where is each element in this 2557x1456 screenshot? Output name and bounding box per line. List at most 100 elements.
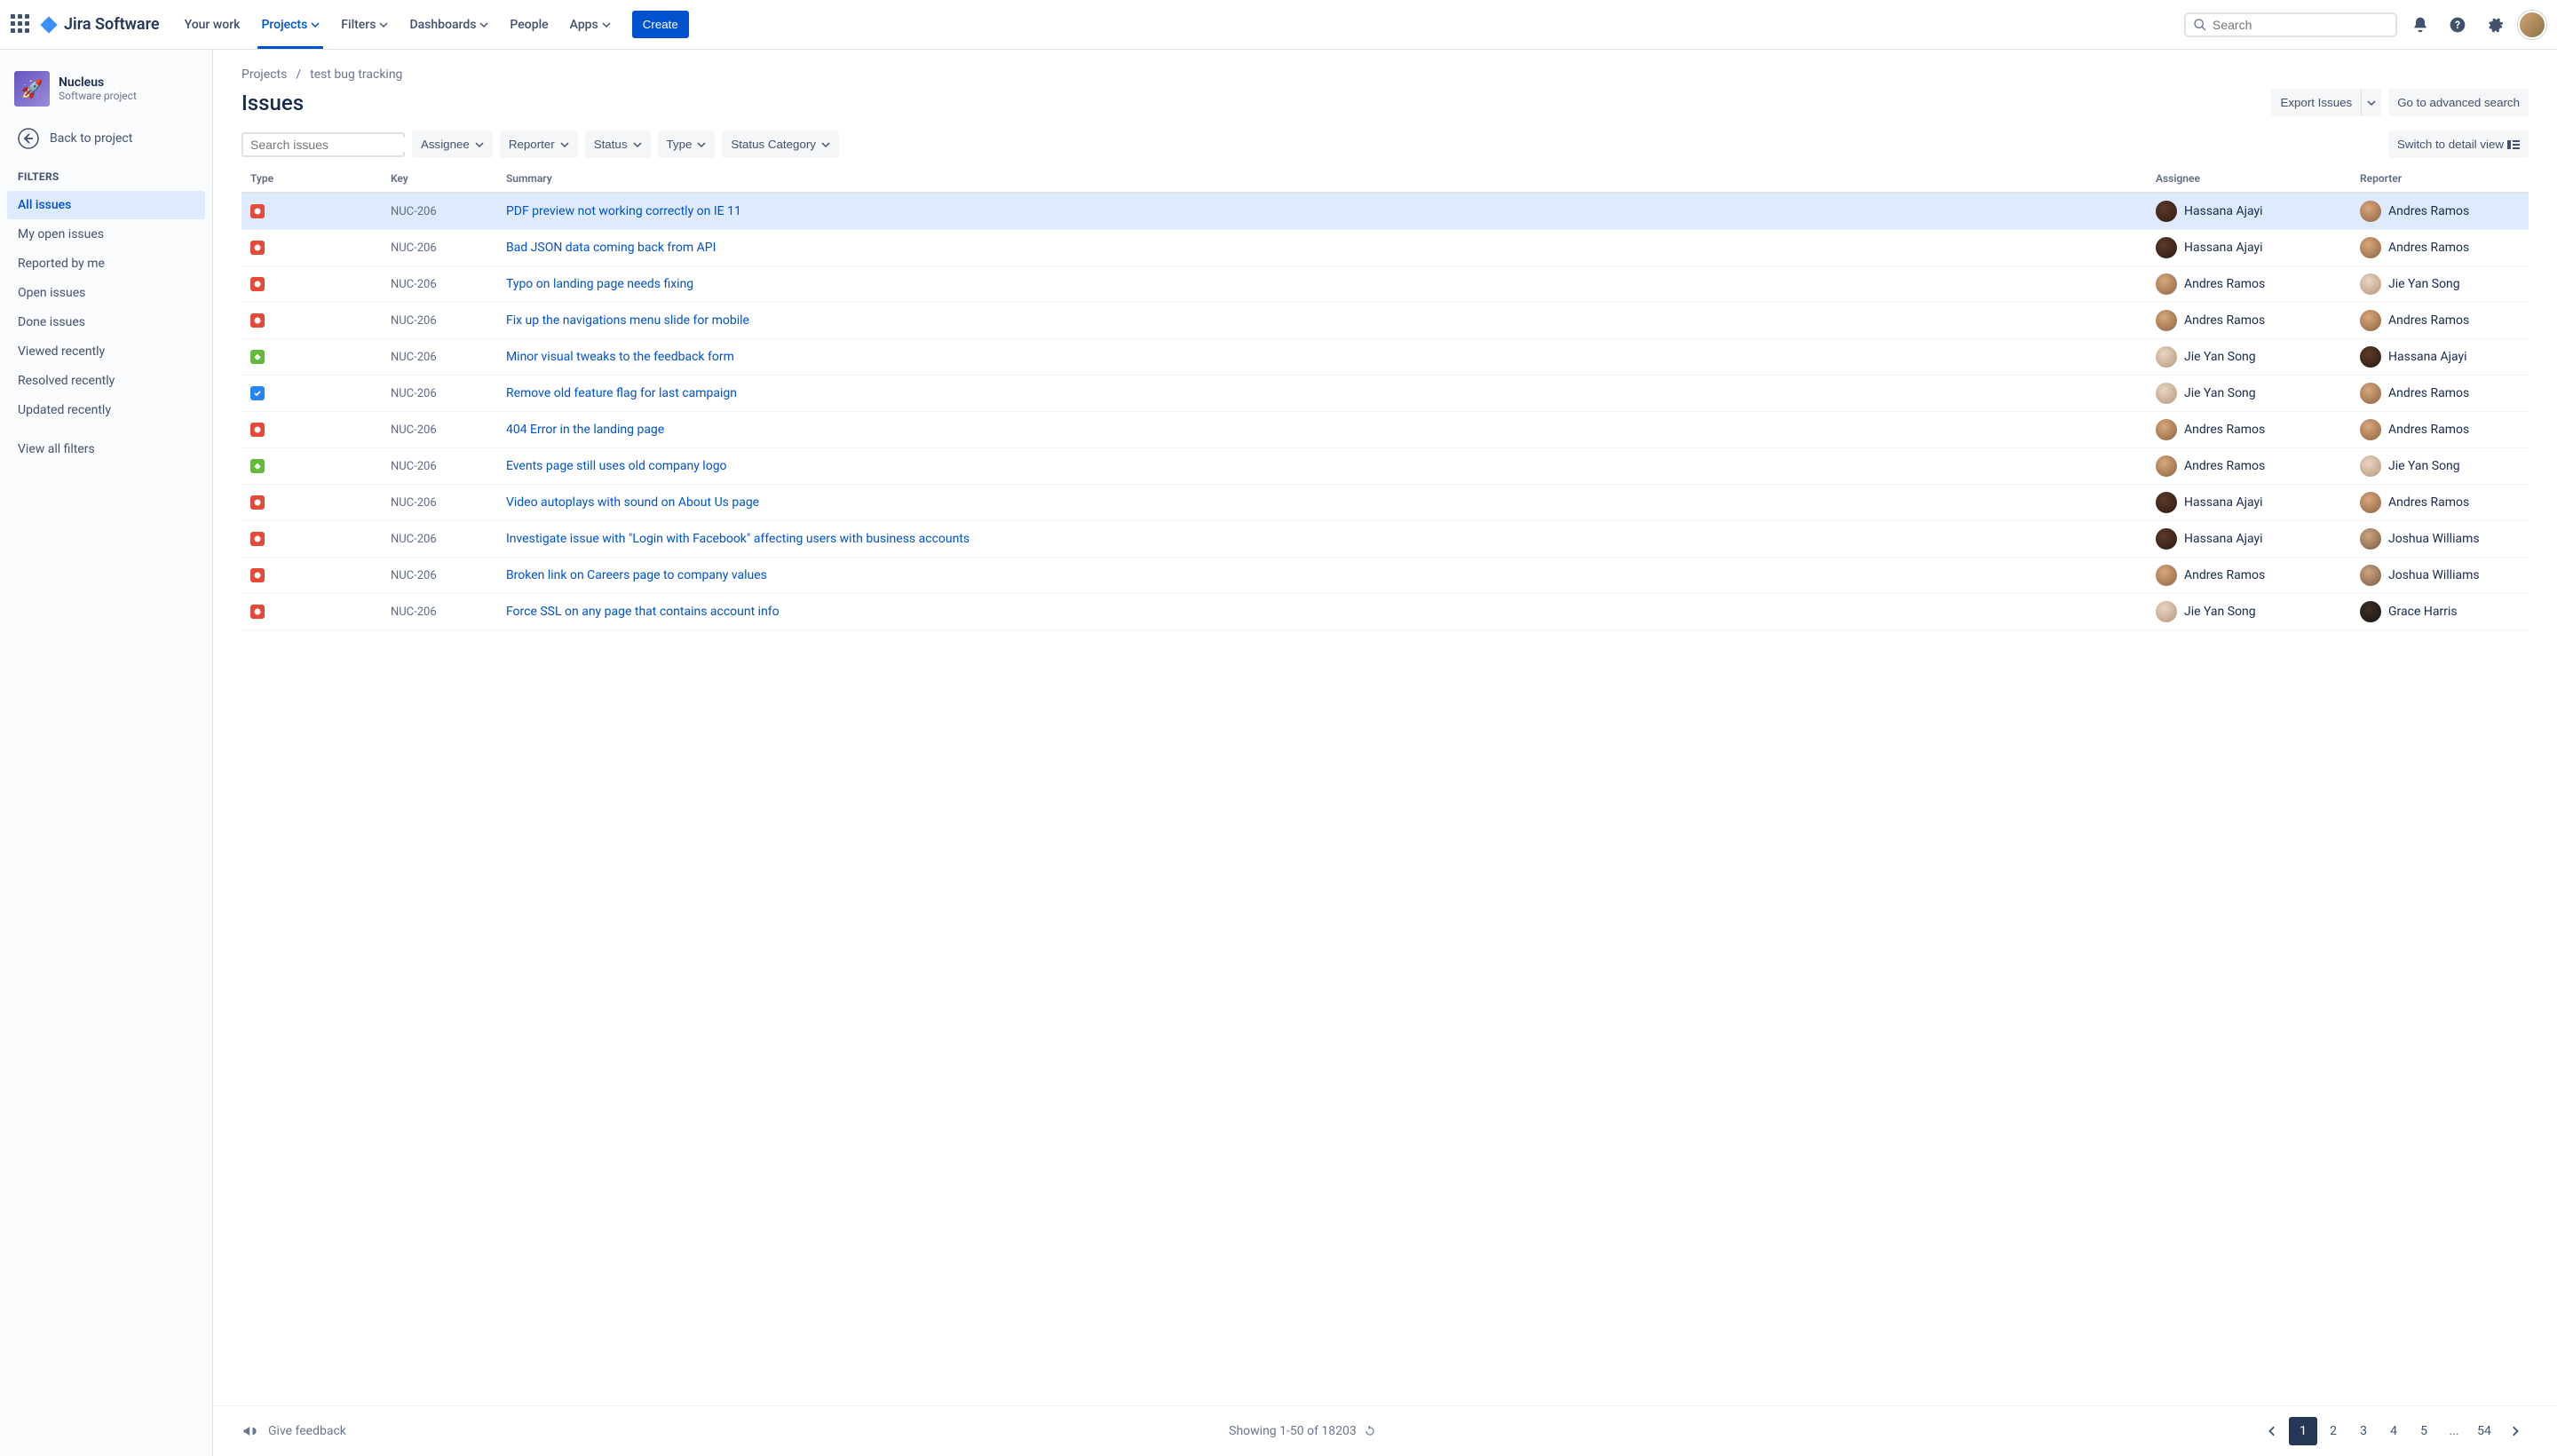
help-icon[interactable]: ?	[2443, 11, 2472, 39]
page-1[interactable]: 1	[2289, 1417, 2317, 1445]
filter-reporter[interactable]: Reporter	[500, 131, 578, 158]
back-arrow-icon	[18, 128, 39, 149]
issue-key: NUC-206	[382, 558, 497, 594]
assignee: Hassana Ajayi	[2156, 201, 2342, 222]
issue-summary-link[interactable]: Minor visual tweaks to the feedback form	[506, 350, 734, 364]
col-type[interactable]: Type	[241, 165, 382, 193]
back-to-project-label: Back to project	[50, 131, 132, 146]
issue-summary-link[interactable]: Broken link on Careers page to company v…	[506, 568, 767, 582]
svg-text:?: ?	[2455, 19, 2460, 31]
issue-row[interactable]: NUC-206Events page still uses old compan…	[241, 448, 2529, 485]
assignee-avatar	[2156, 528, 2177, 550]
filter-resolved-recently[interactable]: Resolved recently	[7, 367, 205, 395]
issue-summary-link[interactable]: Video autoplays with sound on About Us p…	[506, 495, 759, 510]
export-issues-dropdown[interactable]	[2361, 89, 2381, 116]
reporter: Andres Ramos	[2360, 419, 2520, 440]
filter-status[interactable]: Status	[585, 131, 651, 158]
issue-row[interactable]: NUC-206 Broken link on Careers page to co…	[241, 558, 2529, 594]
main-content: Projects / test bug tracking Issues Expo…	[213, 50, 2557, 1456]
assignee: Andres Ramos	[2156, 310, 2342, 331]
footer: Give feedback Showing 1-50 of 18203 1234…	[213, 1405, 2557, 1456]
app-switcher-icon[interactable]	[11, 14, 32, 36]
assignee-avatar	[2156, 273, 2177, 295]
issue-row[interactable]: NUC-206Remove old feature flag for last …	[241, 376, 2529, 412]
issue-summary-link[interactable]: Events page still uses old company logo	[506, 459, 727, 473]
back-to-project[interactable]: Back to project	[7, 121, 205, 156]
issue-row[interactable]: NUC-206Bad JSON data coming back from AP…	[241, 230, 2529, 266]
jira-logo-text: Jira Software	[64, 15, 160, 34]
view-all-filters[interactable]: View all filters	[7, 435, 205, 463]
issue-row[interactable]: NUC-206Force SSL on any page that contai…	[241, 594, 2529, 630]
nav-your-work[interactable]: Your work	[174, 0, 251, 49]
issue-key: NUC-206	[382, 266, 497, 303]
global-search[interactable]	[2184, 12, 2397, 37]
col-summary[interactable]: Summary	[497, 165, 2147, 193]
issue-summary-link[interactable]: 404 Error in the landing page	[506, 423, 664, 437]
issue-row[interactable]: NUC-206Video autoplays with sound on Abo…	[241, 485, 2529, 521]
project-header[interactable]: 🚀 Nucleus Software project	[7, 67, 205, 121]
page-4[interactable]: 4	[2379, 1417, 2408, 1445]
breadcrumb: Projects / test bug tracking	[241, 67, 2529, 82]
filter-reported-by-me[interactable]: Reported by me	[7, 249, 205, 278]
assignee-avatar	[2156, 346, 2177, 368]
issue-row[interactable]: NUC-206PDF preview not working correctly…	[241, 193, 2529, 230]
page-2[interactable]: 2	[2319, 1417, 2347, 1445]
page-54[interactable]: 54	[2470, 1417, 2498, 1445]
refresh-icon[interactable]	[1364, 1425, 1376, 1437]
nav-people[interactable]: People	[499, 0, 558, 49]
col-assignee[interactable]: Assignee	[2147, 165, 2351, 193]
export-issues-button[interactable]: Export Issues	[2271, 89, 2361, 116]
page-next[interactable]	[2500, 1417, 2529, 1445]
issue-summary-link[interactable]: PDF preview not working correctly on IE …	[506, 204, 741, 218]
notifications-icon[interactable]	[2406, 11, 2434, 39]
issue-search-input[interactable]	[250, 138, 411, 152]
breadcrumb-projects[interactable]: Projects	[241, 67, 287, 82]
issue-summary-link[interactable]: Investigate issue with "Login with Faceb…	[506, 532, 970, 546]
global-search-input[interactable]	[2213, 18, 2388, 32]
bug-icon	[250, 241, 265, 255]
filter-all-issues[interactable]: All issues	[7, 191, 205, 219]
issue-row[interactable]: NUC-206 Investigate issue with "Login wit…	[241, 521, 2529, 558]
page-3[interactable]: 3	[2349, 1417, 2378, 1445]
jira-logo[interactable]: Jira Software	[39, 15, 160, 35]
issue-summary-link[interactable]: Fix up the navigations menu slide for mo…	[506, 313, 749, 328]
issue-row[interactable]: NUC-206 404 Error in the landing page Andr…	[241, 412, 2529, 448]
nav-projects[interactable]: Projects	[250, 0, 330, 49]
filter-type[interactable]: Type	[658, 131, 716, 158]
col-key[interactable]: Key	[382, 165, 497, 193]
issue-row[interactable]: NUC-206Minor visual tweaks to the feedba…	[241, 339, 2529, 376]
switch-view-button[interactable]: Switch to detail view	[2388, 131, 2529, 158]
give-feedback[interactable]: Give feedback	[241, 1422, 346, 1440]
advanced-search-button[interactable]: Go to advanced search	[2388, 89, 2529, 116]
issue-search[interactable]	[241, 132, 405, 157]
issue-key: NUC-206	[382, 521, 497, 558]
reporter: Joshua Williams	[2360, 528, 2520, 550]
issue-key: NUC-206	[382, 412, 497, 448]
filter-viewed-recently[interactable]: Viewed recently	[7, 337, 205, 366]
issue-summary-link[interactable]: Remove old feature flag for last campaig…	[506, 386, 737, 400]
breadcrumb-project[interactable]: test bug tracking	[310, 67, 402, 82]
settings-icon[interactable]	[2481, 11, 2509, 39]
create-button[interactable]: Create	[632, 11, 689, 38]
nav-filters[interactable]: Filters	[330, 0, 399, 49]
issue-row[interactable]: NUC-206Fix up the navigations menu slide…	[241, 303, 2529, 339]
issue-summary-link[interactable]: Bad JSON data coming back from API	[506, 241, 716, 255]
filter-updated-recently[interactable]: Updated recently	[7, 396, 205, 424]
filter-status-category[interactable]: Status Category	[722, 131, 839, 158]
filter-open-issues[interactable]: Open issues	[7, 279, 205, 307]
issue-summary-link[interactable]: Force SSL on any page that contains acco…	[506, 605, 780, 619]
col-reporter[interactable]: Reporter	[2351, 165, 2529, 193]
nav-apps[interactable]: Apps	[559, 0, 621, 49]
bug-icon	[250, 605, 265, 619]
issue-row[interactable]: NUC-206 Typo on landing page needs fixing…	[241, 266, 2529, 303]
filter-my-open-issues[interactable]: My open issues	[7, 220, 205, 249]
nav-dashboards[interactable]: Dashboards	[399, 0, 499, 49]
filter-assignee[interactable]: Assignee	[412, 131, 493, 158]
user-avatar[interactable]	[2518, 11, 2546, 39]
reporter-avatar	[2360, 383, 2381, 404]
page-prev[interactable]	[2259, 1417, 2287, 1445]
page-5[interactable]: 5	[2410, 1417, 2438, 1445]
filter-done-issues[interactable]: Done issues	[7, 308, 205, 336]
issue-summary-link[interactable]: Typo on landing page needs fixing	[506, 277, 693, 291]
reporter-avatar	[2360, 565, 2381, 586]
